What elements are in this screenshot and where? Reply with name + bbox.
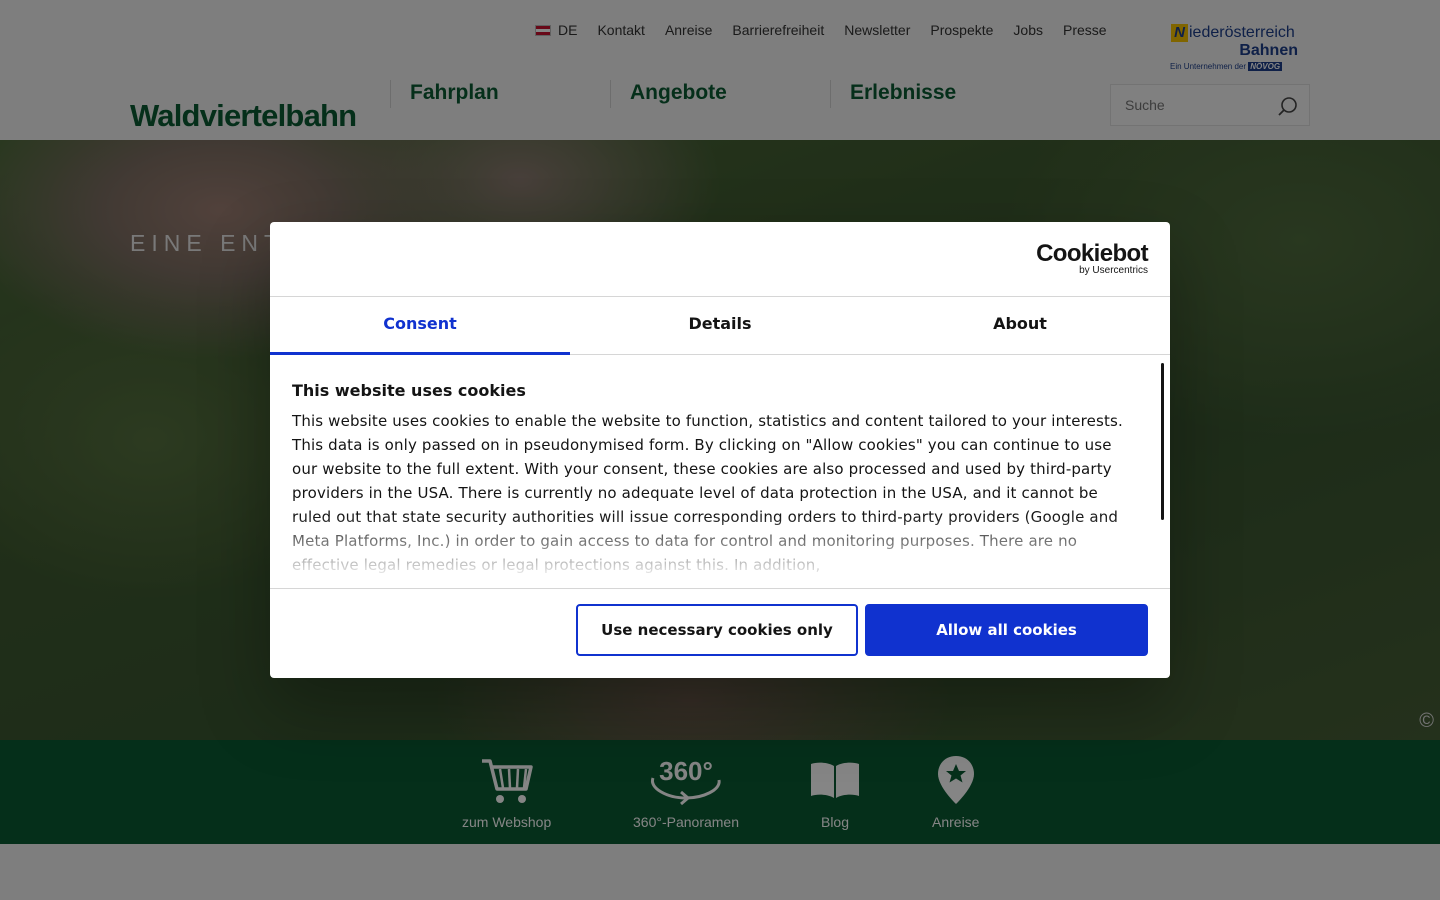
dialog-footer: Use necessary cookies only Allow all coo… xyxy=(270,588,1170,678)
allow-all-cookies-button[interactable]: Allow all cookies xyxy=(865,604,1148,656)
dialog-tabs: Consent Details About xyxy=(270,297,1170,355)
tab-about[interactable]: About xyxy=(870,297,1170,355)
cookiebot-logo-text: Cookiebot xyxy=(1036,240,1149,267)
dialog-body: This website uses cookies This website u… xyxy=(270,355,1170,588)
use-necessary-cookies-button[interactable]: Use necessary cookies only xyxy=(576,604,858,656)
text-fade-overlay xyxy=(270,515,1150,588)
dialog-scrollbar[interactable] xyxy=(1161,363,1164,520)
dialog-header: Cookiebot by Usercentrics xyxy=(270,222,1170,297)
tab-consent[interactable]: Consent xyxy=(270,297,570,355)
tab-details[interactable]: Details xyxy=(570,297,870,355)
dialog-heading: This website uses cookies xyxy=(292,381,526,400)
cookiebot-logo: Cookiebot by Usercentrics xyxy=(1036,240,1149,277)
cookie-consent-dialog: Cookiebot by Usercentrics Consent Detail… xyxy=(270,222,1170,678)
